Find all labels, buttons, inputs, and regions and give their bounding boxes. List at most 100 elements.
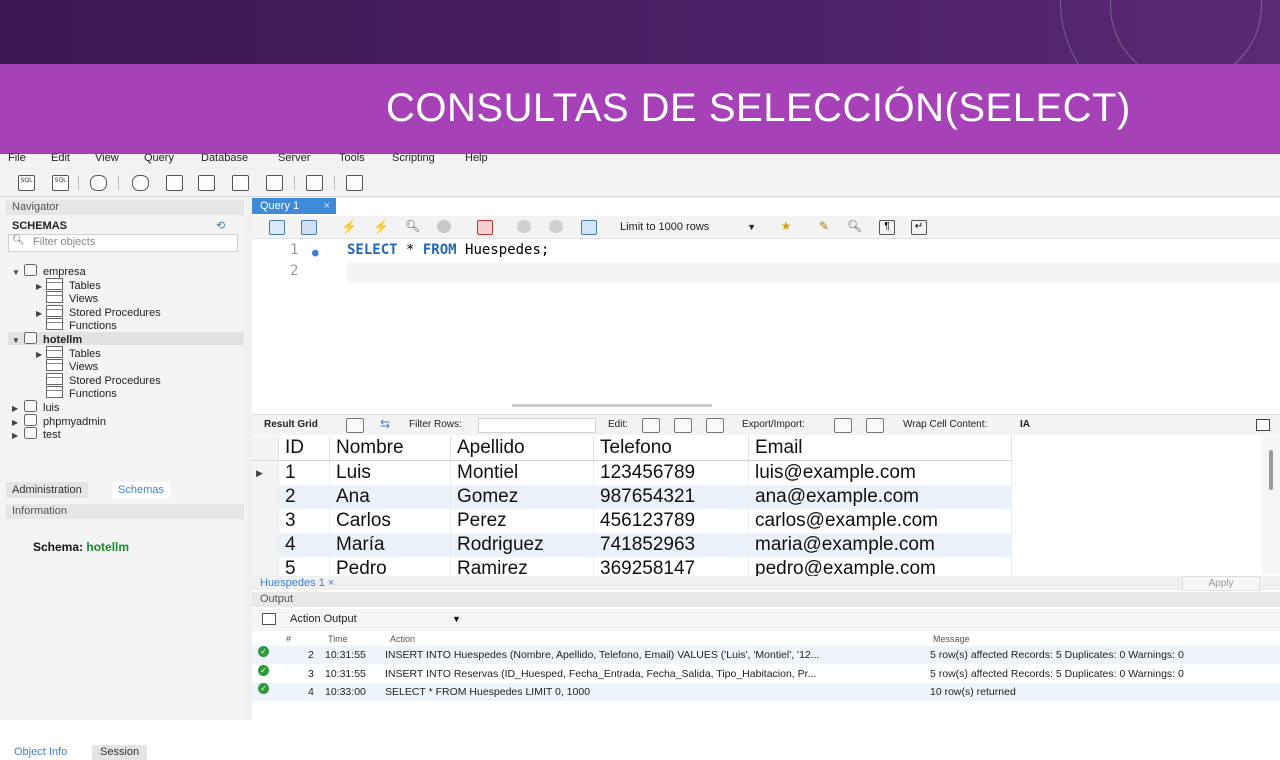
table-cell[interactable]: 3 [278,509,330,533]
tree-item[interactable]: ▼ hotellm [8,332,244,346]
tree-item[interactable]: ▶ test [8,427,61,442]
tab-object-info[interactable]: Object Info [6,745,90,760]
save-icon[interactable] [300,219,318,235]
column-header[interactable]: Telefono [593,436,749,461]
table-cell[interactable]: 987654321 [593,485,749,509]
reconnect-icon[interactable] [344,174,364,192]
menu-scripting[interactable]: Scripting [392,152,435,164]
column-header[interactable]: Apellido [450,436,594,461]
table-cell[interactable]: Ramirez [450,557,594,576]
find-icon[interactable]: 🔍︎ [846,219,864,235]
snippet-icon[interactable]: ✎ [816,219,834,235]
table-cell[interactable]: 1 [278,460,330,485]
table-cell[interactable]: Perez [450,509,594,533]
output-row[interactable]: ✓ 2 10:31:55 INSERT INTO Huespedes (Nombre,… [252,646,1280,664]
chevron-right-icon[interactable]: ▶ [12,429,22,442]
table-cell[interactable]: ana@example.com [748,485,1012,509]
table-cell[interactable]: Montiel [450,460,594,485]
stop-icon[interactable] [436,219,454,235]
open-file-icon[interactable] [268,219,286,235]
commit-icon[interactable] [516,219,534,235]
create-view-icon[interactable] [196,174,216,192]
table-cell[interactable]: 369258147 [593,557,749,576]
menu-view[interactable]: View [95,152,119,164]
table-row[interactable]: 2 Ana Gomez 987654321 ana@example.com [252,485,1012,509]
rollback-icon[interactable] [548,219,566,235]
table-cell[interactable]: Carlos [329,509,451,533]
beautify-icon[interactable]: ★ [778,219,796,235]
tab-huespedes-1[interactable]: Huespedes 1 × [260,576,334,590]
filter-objects-input[interactable]: 🔍︎ Filter objects [8,234,238,252]
table-cell[interactable]: carlos@example.com [748,509,1012,533]
refresh-schemas-icon[interactable]: ⟲ [216,219,225,232]
vertical-scrollbar[interactable] [1262,436,1280,574]
tab-session[interactable]: Session [92,745,148,760]
result-grid[interactable]: ID Nombre Apellido Telefono Email ▶ 1 Luis Monti… [252,436,1264,576]
menu-database[interactable]: Database [201,152,248,164]
tree-item[interactable]: Views [8,359,98,373]
tree-item[interactable]: ▶ Tables [8,345,101,360]
table-row[interactable]: 4 María Rodriguez 741852963 maria@example.co… [252,533,1012,557]
table-cell[interactable]: Luis [329,460,451,485]
tree-item[interactable]: ▶ phpmyadmin [8,413,106,428]
table-cell[interactable]: 5 [278,557,330,576]
menu-server[interactable]: Server [278,152,310,164]
table-cell[interactable]: María [329,533,451,557]
invisible-chars-icon[interactable]: ¶ [878,219,896,235]
execute-current-icon[interactable]: ⚡ [372,219,390,235]
menu-help[interactable]: Help [465,152,488,164]
create-schema-icon[interactable] [130,174,150,192]
tab-administration[interactable]: Administration [6,482,88,498]
filter-rows-input[interactable] [478,418,596,433]
sql-code-editor[interactable]: 1 ● SELECT * FROM Huespedes; 2 [252,242,1280,392]
refresh-icon[interactable]: ⇆ [380,417,390,431]
word-wrap-icon[interactable]: ↵ [910,219,928,235]
table-cell[interactable]: Ana [329,485,451,509]
tree-item[interactable]: ▶ luis [8,400,60,414]
table-cell[interactable]: 4 [278,533,330,557]
tree-item[interactable]: Stored Procedures [8,372,161,387]
search-table-data-icon[interactable] [304,174,324,192]
table-cell[interactable]: Gomez [450,485,594,509]
column-header[interactable]: ID [278,436,330,461]
tree-item[interactable]: Functions [8,318,117,332]
table-cell[interactable]: pedro@example.com [748,557,1012,576]
table-cell[interactable]: luis@example.com [748,460,1012,485]
table-cell[interactable]: Rodriguez [450,533,594,557]
scrollbar-thumb[interactable] [1269,450,1273,490]
open-sql-script-icon[interactable]: SQL [50,174,70,192]
grid-icon[interactable] [346,418,364,433]
edit-row-icon[interactable] [642,418,660,433]
import-icon[interactable] [866,418,884,433]
menu-query[interactable]: Query [144,152,174,164]
close-icon[interactable]: × [328,577,334,589]
table-cell[interactable]: Pedro [329,557,451,576]
apply-button[interactable]: Apply [1182,576,1260,591]
table-row[interactable]: ▶ 1 Luis Montiel 123456789 luis@example.com [252,460,1012,485]
table-cell[interactable]: maria@example.com [748,533,1012,557]
create-procedure-icon[interactable] [230,174,250,192]
tree-item[interactable]: ▼ empresa [8,264,86,278]
table-row[interactable]: 5 Pedro Ramirez 369258147 pedro@example.com [252,557,1012,576]
tree-item[interactable]: Views [8,291,98,305]
create-table-icon[interactable] [164,174,184,192]
export-icon[interactable] [834,418,852,433]
new-sql-tab-icon[interactable]: SQL [16,174,36,192]
wrap-cell-icon[interactable]: IA [1020,419,1030,430]
output-row[interactable]: ✓ 3 10:31:55 INSERT INTO Reservas (ID_Huesp… [252,664,1280,683]
table-cell[interactable]: 123456789 [593,460,749,485]
tab-schemas[interactable]: Schemas [112,482,170,498]
menu-tools[interactable]: Tools [339,152,365,164]
output-row[interactable]: ✓ 4 10:33:00 SELECT * FROM Huespedes LIMIT … [252,683,1280,701]
menu-edit[interactable]: Edit [51,152,70,164]
output-type-select[interactable]: Action Output [290,613,357,625]
column-header[interactable]: Nombre [329,436,451,461]
table-row[interactable]: 3 Carlos Perez 456123789 carlos@example.com [252,509,1012,533]
create-function-icon[interactable] [264,174,284,192]
menu-file[interactable]: File [8,152,26,164]
tab-query-1[interactable]: Query 1 × [252,198,336,214]
tree-item[interactable]: ▶ Tables [8,277,101,292]
table-cell[interactable]: 741852963 [593,533,749,557]
toggle-side-panel-icon[interactable] [1256,419,1270,431]
tree-item[interactable]: Functions [8,386,117,400]
